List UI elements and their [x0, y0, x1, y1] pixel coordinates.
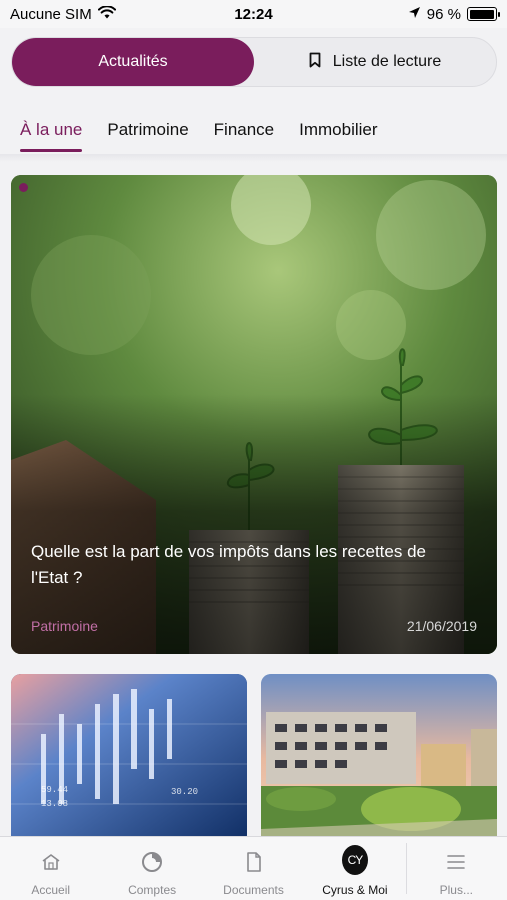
- tabbar-label-comptes: Comptes: [128, 883, 177, 897]
- article-card-finance-chart[interactable]: 59.44 13.08 30.20: [11, 674, 247, 844]
- svg-text:30.20: 30.20: [171, 787, 198, 797]
- cyrus-logo-badge: CY: [341, 845, 368, 875]
- menu-lines-icon: [443, 849, 469, 875]
- tabbar-label-cyrus-et-moi: Cyrus & Moi: [322, 883, 388, 897]
- tabbar-item-accueil[interactable]: Accueil: [0, 837, 101, 900]
- app-screen: Aucune SIM 12:24 96 % Actualités Liste d…: [0, 0, 507, 900]
- home-icon: [38, 849, 64, 875]
- article-card-real-estate[interactable]: [261, 674, 497, 844]
- tabbar-label-documents: Documents: [223, 883, 284, 897]
- battery-percent: 96 %: [426, 5, 461, 23]
- featured-article-category[interactable]: Patrimoine: [31, 618, 98, 634]
- news-segment-button[interactable]: Actualités: [12, 38, 254, 86]
- status-bar: Aucune SIM 12:24 96 %: [0, 0, 507, 28]
- location-arrow-icon: [408, 6, 421, 23]
- tabbar-item-documents[interactable]: Documents: [203, 837, 304, 900]
- battery-icon: [467, 7, 500, 21]
- news-segment-label: Actualités: [98, 53, 168, 70]
- tabbar-label-plus: Plus...: [439, 883, 473, 897]
- cyrus-logo-icon: CY: [341, 845, 368, 875]
- tabbar-label-accueil: Accueil: [31, 883, 71, 897]
- image-dark-gradient: [11, 394, 497, 654]
- residential-buildings-image: [261, 674, 497, 844]
- carrier-label: Aucune SIM: [10, 5, 92, 23]
- tabbar-item-comptes[interactable]: Comptes: [101, 837, 202, 900]
- accounts-pie-icon: [139, 849, 165, 875]
- document-icon: [241, 849, 267, 875]
- tab-immobilier[interactable]: Immobilier: [299, 108, 377, 152]
- tabs-shadow-divider: [0, 154, 507, 162]
- status-left: Aucune SIM: [10, 4, 116, 23]
- financial-chart-image: 59.44 13.08 30.20: [11, 674, 247, 844]
- bookmark-icon: [309, 52, 321, 73]
- news-segmented-control: Actualités Liste de lecture: [11, 37, 497, 87]
- svg-text:13.08: 13.08: [41, 799, 68, 809]
- bottom-tab-bar: Accueil Comptes Documents CY Cyrus & Moi…: [0, 836, 507, 900]
- wifi-icon: [97, 4, 116, 23]
- featured-article-card[interactable]: Quelle est la part de vos impôts dans le…: [11, 175, 497, 654]
- reading-list-segment-button[interactable]: Liste de lecture: [254, 38, 496, 86]
- status-right: 96 %: [408, 5, 500, 23]
- unread-indicator-dot: [19, 183, 28, 192]
- reading-list-segment-label: Liste de lecture: [332, 53, 442, 70]
- featured-article-date: 21/06/2019: [406, 618, 477, 634]
- battery-level: [469, 9, 494, 19]
- tabbar-item-plus[interactable]: Plus...: [405, 837, 507, 900]
- tab-patrimoine[interactable]: Patrimoine: [107, 108, 188, 152]
- svg-text:59.44: 59.44: [41, 785, 68, 795]
- tabbar-item-cyrus-et-moi[interactable]: CY Cyrus & Moi: [304, 837, 405, 900]
- tab-finance[interactable]: Finance: [214, 108, 274, 152]
- featured-article-title: Quelle est la part de vos impôts dans le…: [31, 542, 426, 587]
- tab-a-la-une[interactable]: À la une: [20, 108, 83, 152]
- category-tabs: À la une Patrimoine Finance Immobilier: [0, 108, 507, 156]
